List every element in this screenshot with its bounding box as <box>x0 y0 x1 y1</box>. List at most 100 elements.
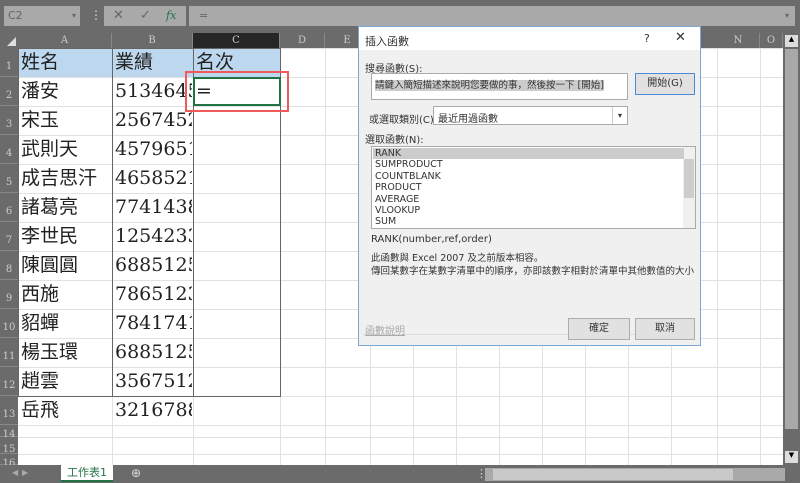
row-header[interactable]: 5 <box>0 164 18 193</box>
dialog-titlebar: 插入函數 ? ✕ <box>359 27 700 50</box>
confirm-icon[interactable]: ✓ <box>140 6 151 26</box>
row-header[interactable]: 12 <box>0 367 18 396</box>
scroll-up-icon[interactable]: ▲ <box>785 35 798 47</box>
column-header-n[interactable]: N <box>717 33 760 48</box>
table-cell[interactable]: 宋玉 <box>21 106 111 134</box>
category-select[interactable]: 最近用過函數 ▾ <box>433 106 628 125</box>
name-box[interactable]: C2 ▾ <box>4 6 80 26</box>
row-header[interactable]: 4 <box>0 135 18 164</box>
table-cell[interactable]: 武則天 <box>21 135 111 163</box>
function-list-item[interactable]: PRODUCT <box>373 182 684 193</box>
row-header[interactable]: 15 <box>0 437 18 455</box>
close-icon[interactable]: ✕ <box>675 30 686 45</box>
table-cell[interactable]: 3567512 <box>115 367 192 395</box>
table-cell[interactable]: 1254233 <box>115 222 192 250</box>
table-cell[interactable]: 7841741 <box>115 309 192 337</box>
list-scroll-thumb[interactable] <box>684 159 694 198</box>
category-value: 最近用過函數 <box>438 114 498 125</box>
row-header[interactable]: 11 <box>0 338 18 367</box>
column-header-b[interactable]: B <box>112 33 193 48</box>
function-list-item[interactable]: SUMPRODUCT <box>373 159 684 170</box>
grid-line <box>717 48 718 465</box>
table-cell[interactable]: 李世民 <box>21 222 111 250</box>
table-cell[interactable]: 岳飛 <box>21 396 111 424</box>
table-cell[interactable]: 4579651 <box>115 135 192 163</box>
next-sheet-icon[interactable]: ▶ <box>22 468 28 477</box>
row-header[interactable]: 1 <box>0 48 18 77</box>
cancel-button[interactable]: 取消 <box>635 318 695 340</box>
chevron-down-icon[interactable]: ▾ <box>785 6 789 26</box>
grid-line <box>18 437 783 438</box>
row-header[interactable]: 3 <box>0 106 18 135</box>
prev-sheet-icon[interactable]: ◀ <box>12 468 18 477</box>
sheet-tab-bar: ◀ ▶ 工作表1 ⊕ ⋮ <box>0 465 800 483</box>
grid-line <box>325 48 326 465</box>
function-list-item[interactable]: VLOOKUP <box>373 205 684 216</box>
row-header[interactable]: 16 <box>0 454 18 469</box>
row-header[interactable]: 6 <box>0 193 18 222</box>
chevron-down-icon: ▾ <box>71 11 76 20</box>
column-header-c[interactable]: C <box>193 33 280 48</box>
table-cell[interactable]: 4658521 <box>115 164 192 192</box>
horizontal-scrollbar[interactable] <box>485 468 785 481</box>
table-cell[interactable]: 6885125 <box>115 338 192 366</box>
table-cell[interactable]: 潘安 <box>21 77 111 105</box>
header-cell[interactable]: 姓名 <box>21 48 111 76</box>
table-cell[interactable]: 貂蟬 <box>21 309 111 337</box>
function-list-item[interactable]: RANK <box>373 148 684 160</box>
row-header[interactable]: 9 <box>0 280 18 309</box>
row-header[interactable]: 7 <box>0 222 18 251</box>
table-cell[interactable]: 諸葛亮 <box>21 193 111 221</box>
row-header[interactable]: 2 <box>0 77 18 106</box>
category-label: 或選取類別(C): <box>369 115 438 126</box>
help-icon[interactable]: ? <box>644 32 650 45</box>
table-cell[interactable]: 7741438 <box>115 193 192 221</box>
table-cell[interactable]: 7865123 <box>115 280 192 308</box>
table-cell[interactable]: 趙雲 <box>21 367 111 395</box>
function-signature: RANK(number,ref,order) <box>371 234 492 245</box>
cancel-icon[interactable]: ✕ <box>113 6 124 26</box>
sheet-tab[interactable]: 工作表1 <box>61 465 113 482</box>
table-cell[interactable]: 6885125 <box>115 251 192 279</box>
help-link[interactable]: 函數說明 <box>365 322 405 337</box>
table-cell[interactable]: 西施 <box>21 280 111 308</box>
column-header-a[interactable]: A <box>18 33 112 48</box>
row-header[interactable]: 8 <box>0 251 18 280</box>
more-icon: ⋮ <box>90 8 102 22</box>
grid-line <box>18 454 783 455</box>
h-scroll-thumb[interactable] <box>493 469 733 480</box>
grid-line <box>18 425 783 426</box>
table-cell[interactable]: 楊玉環 <box>21 338 111 366</box>
go-button[interactable]: 開始(G) <box>635 73 695 95</box>
search-input[interactable]: 請鍵入簡短描述來說明您要做的事，然後按一下 [開始] <box>371 73 628 100</box>
function-list-item[interactable]: AVERAGE <box>373 194 684 205</box>
table-cell[interactable]: 陳圓圓 <box>21 251 111 279</box>
formula-buttons: ✕ ✓ fx <box>104 6 186 26</box>
column-header-o[interactable]: O <box>760 33 783 48</box>
row-header[interactable]: 13 <box>0 396 18 425</box>
function-list[interactable]: RANK SUMPRODUCT COUNTBLANK PRODUCT AVERAGE VL… <box>371 146 696 229</box>
add-sheet-icon[interactable]: ⊕ <box>131 466 141 480</box>
function-list-item[interactable]: SUM <box>373 216 684 227</box>
vertical-scrollbar[interactable]: ▲ ▼ <box>783 33 800 465</box>
header-cell[interactable]: 業績 <box>115 48 192 76</box>
formula-input[interactable]: = ▾ <box>189 6 795 26</box>
insert-function-dialog: 插入函數 ? ✕ 搜尋函數(S): 請鍵入簡短描述來說明您要做的事，然後按一下 … <box>358 26 701 346</box>
fx-icon[interactable]: fx <box>166 6 176 26</box>
scroll-thumb[interactable] <box>785 49 798 429</box>
list-scrollbar[interactable] <box>683 147 695 228</box>
chevron-down-icon[interactable]: ▾ <box>612 107 627 124</box>
table-cell[interactable]: 5134645 <box>115 77 192 105</box>
scroll-down-icon[interactable]: ▼ <box>785 451 798 463</box>
table-cell[interactable]: 2567452 <box>115 106 192 134</box>
formula-value: = <box>199 9 209 22</box>
column-header-d[interactable]: D <box>280 33 325 48</box>
table-cell[interactable]: 成吉思汗 <box>21 164 111 192</box>
row-header[interactable]: 10 <box>0 309 18 338</box>
function-list-item[interactable]: COUNTBLANK <box>373 171 684 182</box>
ok-button[interactable]: 確定 <box>568 318 630 340</box>
table-cell[interactable]: 3216788 <box>115 396 192 424</box>
function-description-1: 此函數與 Excel 2007 及之前版本相容。 <box>371 253 544 264</box>
select-all-button[interactable] <box>0 33 18 48</box>
row-header[interactable]: 14 <box>0 425 18 440</box>
